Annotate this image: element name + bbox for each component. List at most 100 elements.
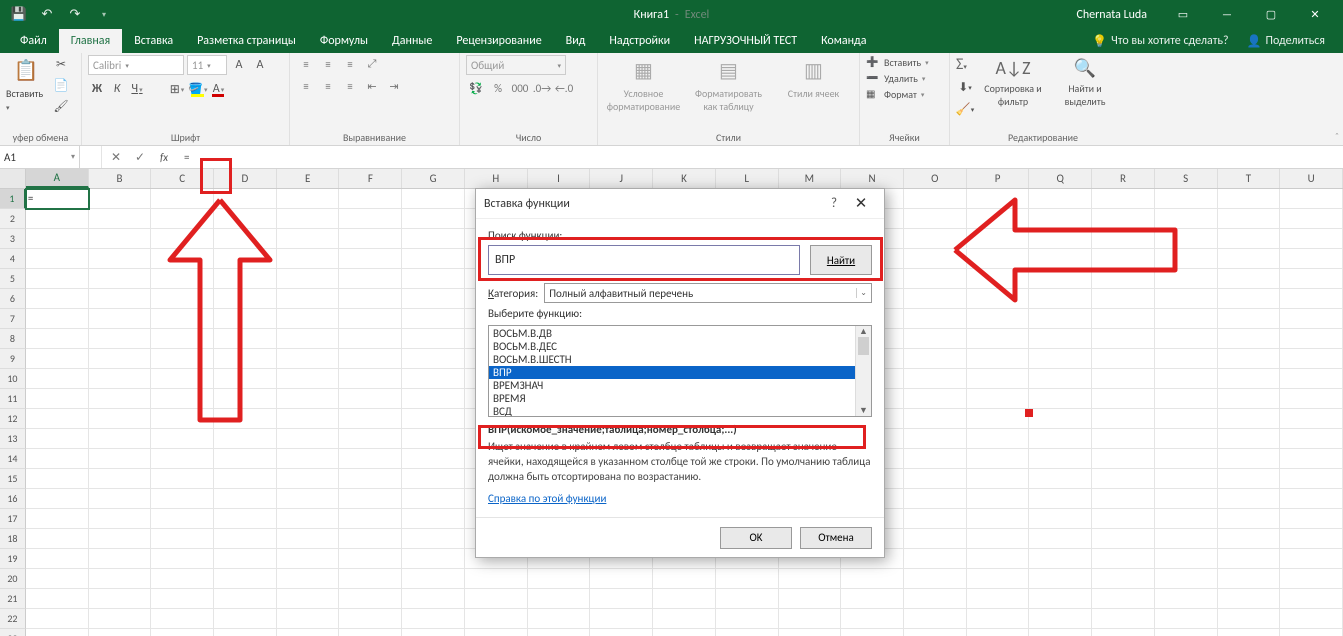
cell[interactable] [402,249,465,269]
cell[interactable] [339,369,402,389]
cell[interactable] [26,409,89,429]
cell[interactable] [214,609,277,629]
cell[interactable] [967,249,1030,269]
column-header[interactable]: T [1218,169,1281,188]
cell[interactable] [214,529,277,549]
cell[interactable] [967,229,1030,249]
cell[interactable] [967,489,1030,509]
delete-cells-button[interactable]: ➖Удалить▾ [866,71,943,85]
cell[interactable]: = [26,189,89,209]
align-center-icon[interactable]: ≡ [318,77,338,95]
cell[interactable] [1218,249,1281,269]
cell[interactable] [402,409,465,429]
cell[interactable] [528,589,591,609]
cell[interactable] [26,449,89,469]
cell[interactable] [214,409,277,429]
cell[interactable] [904,269,967,289]
function-list-item[interactable]: ВОСЬМ.В.ДВ [489,327,871,340]
paste-button[interactable]: 📋 Вставить [6,55,46,113]
cell[interactable] [1218,569,1281,589]
cell[interactable] [1280,389,1343,409]
cell[interactable] [1155,529,1218,549]
row-header[interactable]: 5 [0,269,26,289]
cell[interactable] [1280,249,1343,269]
row-header[interactable]: 15 [0,469,26,489]
cell[interactable] [151,489,214,509]
find-select-button[interactable]: 🔍Найти и выделить [1052,55,1118,108]
cell[interactable] [89,269,152,289]
cell[interactable] [402,429,465,449]
copy-icon[interactable]: 📄 [52,76,70,94]
function-list-item[interactable]: ВОСЬМ.В.ШЕСТН [489,353,871,366]
cell[interactable] [1092,269,1155,289]
cell[interactable] [339,349,402,369]
cell[interactable] [339,249,402,269]
cell[interactable] [1280,189,1343,209]
cell[interactable] [1218,369,1281,389]
cell[interactable] [277,469,340,489]
cell[interactable] [339,569,402,589]
cell[interactable] [151,509,214,529]
ok-button[interactable]: OK [720,527,792,549]
cell[interactable] [277,489,340,509]
cell[interactable] [402,349,465,369]
cell[interactable] [402,269,465,289]
cell[interactable] [967,309,1030,329]
cell[interactable] [277,209,340,229]
collapse-ribbon-icon[interactable]: ˆ [1335,130,1339,143]
cell[interactable] [89,629,152,636]
row-header[interactable]: 11 [0,389,26,409]
cell[interactable] [1218,469,1281,489]
cell[interactable] [214,249,277,269]
cell[interactable] [26,549,89,569]
formula-input[interactable]: = [178,146,1343,168]
cell[interactable] [151,549,214,569]
row-header[interactable]: 18 [0,529,26,549]
cell[interactable] [967,269,1030,289]
cell[interactable] [528,609,591,629]
tab-load-test[interactable]: НАГРУЗОЧНЫЙ ТЕСТ [682,29,809,53]
cell[interactable] [1155,489,1218,509]
cell[interactable] [277,389,340,409]
cell[interactable] [214,509,277,529]
cell[interactable] [89,349,152,369]
comma-format-icon[interactable]: 000 [510,79,530,97]
accounting-format-icon[interactable]: 💱 [466,79,486,97]
cell[interactable] [402,309,465,329]
cell[interactable] [1155,629,1218,636]
cell[interactable] [967,549,1030,569]
cell[interactable] [1155,609,1218,629]
cell[interactable] [904,429,967,449]
cell[interactable] [151,529,214,549]
cell[interactable] [26,629,89,636]
cell[interactable] [402,489,465,509]
cell[interactable] [1029,509,1092,529]
row-header[interactable]: 7 [0,309,26,329]
cell-styles-button[interactable]: ▥Стили ячеек [774,55,853,100]
function-list-item[interactable]: ВОСЬМ.В.ДЕС [489,340,871,353]
scrollbar-thumb[interactable] [858,337,869,355]
cell[interactable] [277,589,340,609]
cut-icon[interactable]: ✂ [52,55,70,73]
cell[interactable] [214,269,277,289]
cell[interactable] [1029,369,1092,389]
column-header[interactable]: M [779,169,842,188]
cell[interactable] [716,629,779,636]
column-header[interactable]: F [339,169,402,188]
share-button[interactable]: 👤 Поделиться [1247,34,1325,49]
cell[interactable] [402,589,465,609]
cell[interactable] [89,329,152,349]
cell[interactable] [339,329,402,349]
cell[interactable] [339,609,402,629]
cell[interactable] [1280,469,1343,489]
cell[interactable] [1218,589,1281,609]
border-button[interactable]: ⊞ [168,79,186,99]
decrease-font-icon[interactable]: A [251,55,269,75]
cell[interactable] [26,589,89,609]
cell[interactable] [89,549,152,569]
cell[interactable] [904,509,967,529]
cell[interactable] [841,589,904,609]
column-header[interactable]: K [653,169,716,188]
column-header[interactable]: G [402,169,465,188]
cell[interactable] [1218,489,1281,509]
